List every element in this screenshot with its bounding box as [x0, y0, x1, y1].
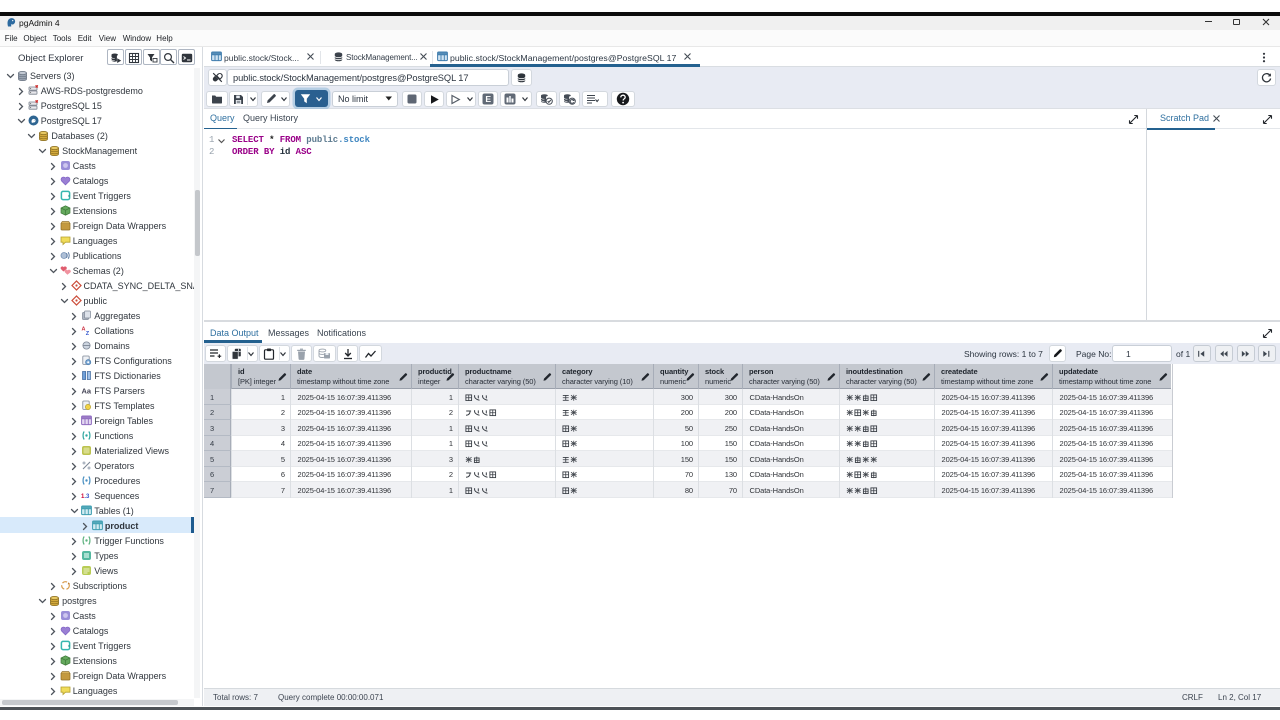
svg-text:E: E — [485, 94, 491, 104]
svg-text:1.3: 1.3 — [81, 494, 90, 500]
svg-text:Z: Z — [86, 331, 90, 336]
svg-text:Aa: Aa — [82, 387, 92, 396]
